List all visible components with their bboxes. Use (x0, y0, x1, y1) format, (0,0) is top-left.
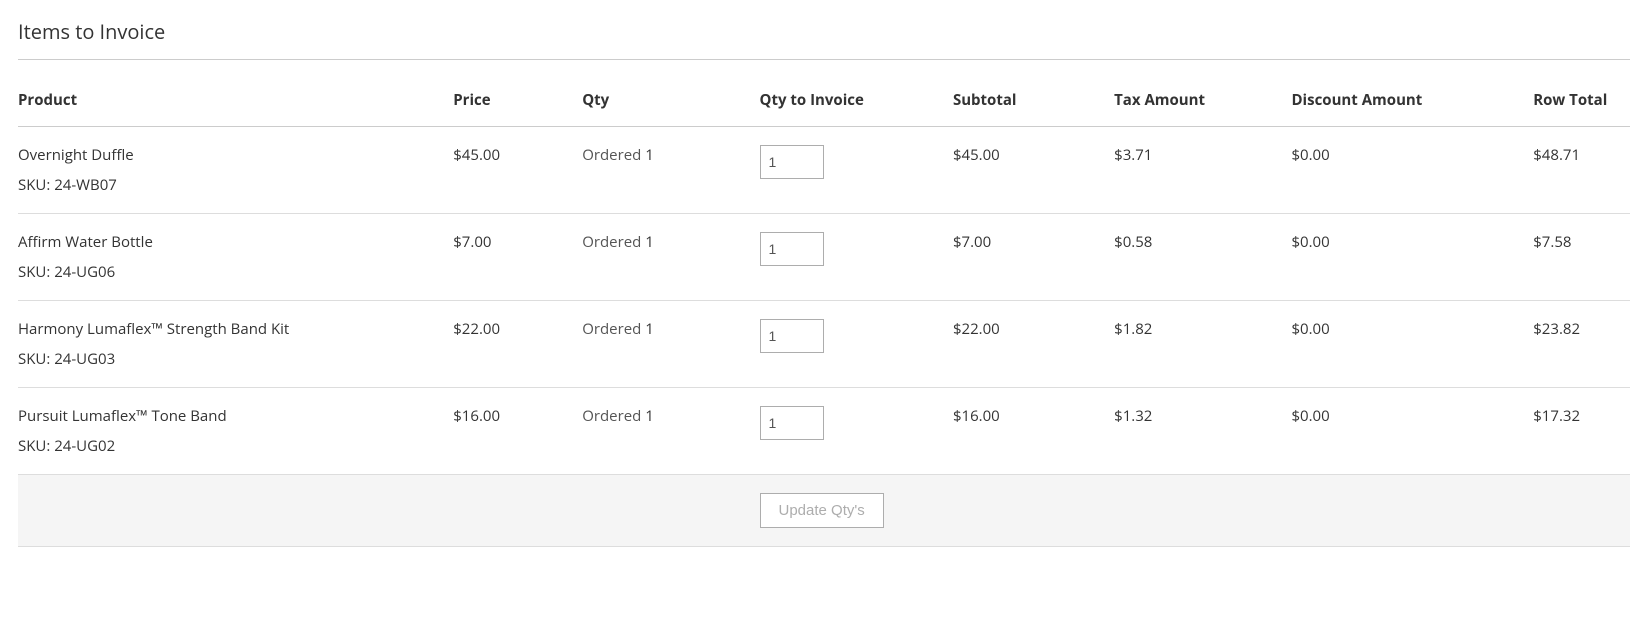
product-name: Overnight Duffle (18, 145, 443, 165)
qty-to-invoice-input[interactable] (760, 319, 824, 353)
col-header-product: Product (18, 74, 453, 127)
cell-qty: Ordered 1 (582, 127, 759, 214)
table-row: Affirm Water Bottle SKU: 24-UG06 $7.00 O… (18, 214, 1630, 301)
cell-discount: $0.00 (1291, 388, 1533, 475)
col-header-discount-amount: Discount Amount (1291, 74, 1533, 127)
product-name: Pursuit Lumaflex™ Tone Band (18, 406, 443, 426)
cell-price: $45.00 (453, 127, 582, 214)
cell-subtotal: $16.00 (953, 388, 1114, 475)
qty-to-invoice-input[interactable] (760, 145, 824, 179)
cell-qty: Ordered 1 (582, 301, 759, 388)
product-name: Harmony Lumaflex™ Strength Band Kit (18, 319, 443, 339)
cell-subtotal: $22.00 (953, 301, 1114, 388)
product-name: Affirm Water Bottle (18, 232, 443, 252)
col-header-subtotal: Subtotal (953, 74, 1114, 127)
cell-qty: Ordered 1 (582, 214, 759, 301)
cell-price: $22.00 (453, 301, 582, 388)
qty-to-invoice-input[interactable] (760, 406, 824, 440)
product-sku: SKU: 24-UG03 (18, 349, 443, 369)
table-footer-row: Update Qty's (18, 475, 1630, 547)
col-header-price: Price (453, 74, 582, 127)
cell-tax: $3.71 (1114, 127, 1291, 214)
section-title: Items to Invoice (18, 18, 1630, 60)
col-header-qty-to-invoice: Qty to Invoice (760, 74, 953, 127)
table-row: Pursuit Lumaflex™ Tone Band SKU: 24-UG02… (18, 388, 1630, 475)
cell-price: $7.00 (453, 214, 582, 301)
invoice-items-table: Product Price Qty Qty to Invoice Subtota… (18, 74, 1630, 547)
cell-tax: $0.58 (1114, 214, 1291, 301)
cell-discount: $0.00 (1291, 214, 1533, 301)
table-row: Harmony Lumaflex™ Strength Band Kit SKU:… (18, 301, 1630, 388)
cell-subtotal: $45.00 (953, 127, 1114, 214)
cell-price: $16.00 (453, 388, 582, 475)
update-qtys-button[interactable]: Update Qty's (760, 493, 884, 528)
cell-row-total: $17.32 (1533, 388, 1630, 475)
col-header-qty: Qty (582, 74, 759, 127)
cell-subtotal: $7.00 (953, 214, 1114, 301)
product-sku: SKU: 24-WB07 (18, 175, 443, 195)
cell-row-total: $7.58 (1533, 214, 1630, 301)
cell-qty: Ordered 1 (582, 388, 759, 475)
cell-tax: $1.82 (1114, 301, 1291, 388)
cell-tax: $1.32 (1114, 388, 1291, 475)
col-header-tax-amount: Tax Amount (1114, 74, 1291, 127)
product-sku: SKU: 24-UG06 (18, 262, 443, 282)
cell-discount: $0.00 (1291, 301, 1533, 388)
cell-row-total: $48.71 (1533, 127, 1630, 214)
col-header-row-total: Row Total (1533, 74, 1630, 127)
product-sku: SKU: 24-UG02 (18, 436, 443, 456)
cell-row-total: $23.82 (1533, 301, 1630, 388)
cell-discount: $0.00 (1291, 127, 1533, 214)
table-row: Overnight Duffle SKU: 24-WB07 $45.00 Ord… (18, 127, 1630, 214)
qty-to-invoice-input[interactable] (760, 232, 824, 266)
